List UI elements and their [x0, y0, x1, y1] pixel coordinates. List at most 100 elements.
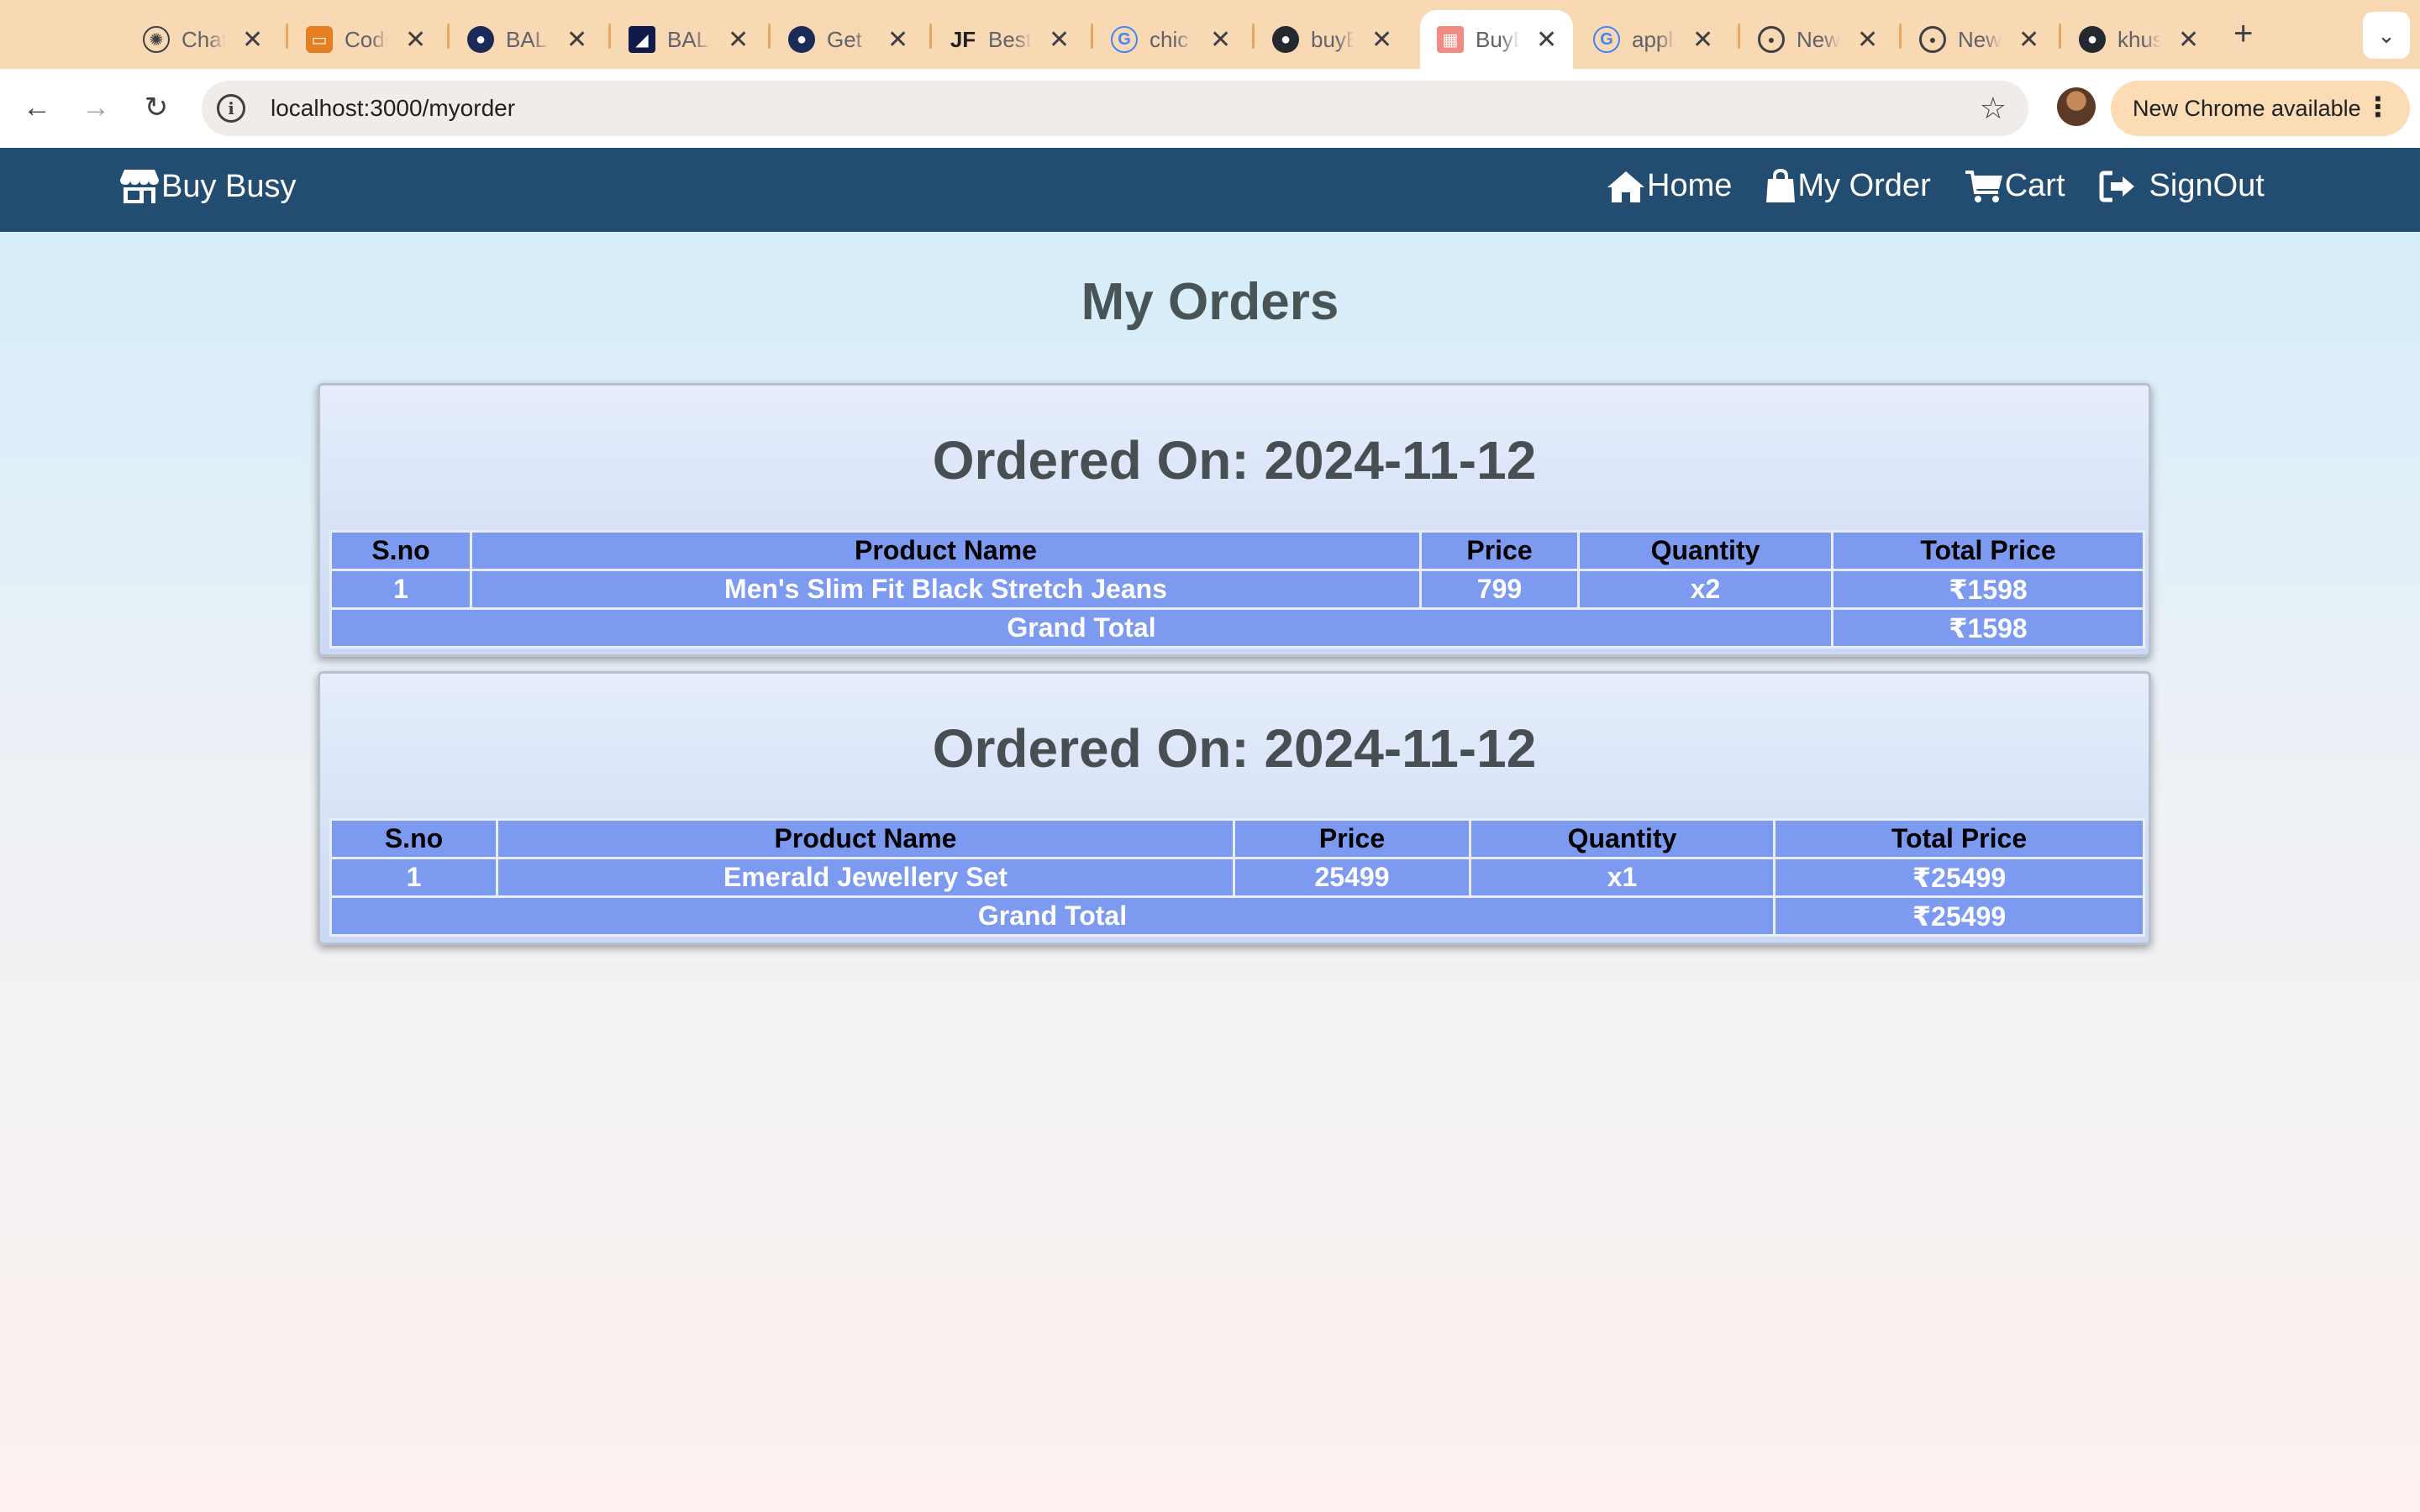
column-header: Product Name — [496, 818, 1235, 859]
browser-tab[interactable]: ● Get ✕ — [771, 10, 925, 69]
close-tab-icon[interactable]: ✕ — [566, 25, 587, 55]
reload-button[interactable]: ↻ — [134, 86, 178, 129]
shopping-bag-icon — [1766, 168, 1796, 202]
grand-total-label: Grand Total — [329, 607, 1833, 648]
browser-tab[interactable]: ▭ Coding Ninjas ✕ — [289, 10, 443, 69]
sign-out-icon — [2099, 171, 2134, 202]
browser-tab[interactable]: ● khushi ✕ — [2062, 10, 2216, 69]
table-row: 1 Emerald Jewellery Set 25499 x1 ₹25499 — [329, 857, 2145, 898]
ballers-icon: ● — [467, 26, 494, 53]
browser-tab[interactable]: ◢ BALLERS ✕ — [612, 10, 765, 69]
google-icon: G — [1111, 26, 1138, 53]
close-tab-icon[interactable]: ✕ — [242, 25, 263, 55]
close-tab-icon[interactable]: ✕ — [2178, 25, 2199, 55]
openai-icon: ✺ — [143, 26, 170, 53]
more-menu-icon: ⋮ — [2365, 92, 2391, 122]
column-header: Total Price — [1831, 530, 2145, 571]
column-header: Quantity — [1469, 818, 1776, 859]
home-icon — [1607, 171, 1644, 202]
nav-my-order[interactable]: My Order — [1765, 168, 1931, 204]
orders-page: My Orders Ordered On: 2024-11-12 S.no Pr… — [0, 232, 2420, 1512]
nav-signout[interactable]: SignOut — [2099, 168, 2265, 204]
github-icon: ● — [2079, 26, 2106, 53]
browser-tab[interactable]: ● BALLERS ✕ — [450, 10, 604, 69]
chrome-icon: ● — [1758, 26, 1785, 53]
cell-quantity: x1 — [1469, 857, 1776, 898]
close-tab-icon[interactable]: ✕ — [887, 25, 908, 55]
store-icon: ▦ — [1437, 26, 1464, 53]
nav-cart-label: Cart — [2004, 168, 2065, 203]
grand-total-value: ₹1598 — [1831, 607, 2145, 648]
close-tab-icon[interactable]: ✕ — [1692, 25, 1713, 55]
browser-tab-active[interactable]: ▦ BuyBusy ✕ — [1420, 10, 1573, 69]
browser-tab-strip: ✺ ChatGPT ✕ ▭ Coding Ninjas ✕ ● BALLERS … — [0, 0, 2420, 69]
nav-home-label: Home — [1647, 168, 1733, 203]
browser-tab[interactable]: ● New ✕ — [1902, 10, 2056, 69]
arrow-left-icon: ← — [23, 91, 51, 123]
table-header-row: S.no Product Name Price Quantity Total P… — [329, 818, 2145, 859]
cell-product-name: Emerald Jewellery Set — [496, 857, 1235, 898]
close-tab-icon[interactable]: ✕ — [1210, 25, 1231, 55]
order-date: Ordered On: 2024-11-12 — [932, 430, 1537, 491]
cell-price: 25499 — [1233, 857, 1471, 898]
order-table: S.no Product Name Price Quantity Total P… — [329, 530, 2145, 648]
column-header: Quantity — [1577, 530, 1833, 571]
close-tab-icon[interactable]: ✕ — [1371, 25, 1392, 55]
cell-product-name: Men's Slim Fit Black Stretch Jeans — [470, 569, 1422, 610]
close-tab-icon[interactable]: ✕ — [1049, 25, 1070, 55]
close-tab-icon[interactable]: ✕ — [1857, 25, 1878, 55]
close-tab-icon[interactable]: ✕ — [728, 25, 749, 55]
cell-sno: 1 — [329, 857, 498, 898]
order-table: S.no Product Name Price Quantity Total P… — [329, 818, 2145, 937]
nav-cart[interactable]: Cart — [1965, 168, 2065, 204]
store-icon — [120, 170, 159, 203]
browser-tab[interactable]: G apple ✕ — [1576, 10, 1730, 69]
profile-avatar[interactable] — [2057, 87, 2096, 126]
back-button[interactable]: ← — [15, 86, 59, 129]
new-tab-button[interactable]: + — [2233, 15, 2253, 53]
bookmark-star-icon[interactable]: ☆ — [1980, 91, 2007, 126]
grand-total-row: Grand Total ₹1598 — [329, 607, 2145, 648]
jf-icon: JF — [950, 26, 976, 52]
browser-tab[interactable]: ✺ ChatGPT ✕ — [126, 10, 280, 69]
cell-sno: 1 — [329, 569, 472, 610]
close-tab-icon[interactable]: ✕ — [2018, 25, 2039, 55]
browser-tab[interactable]: ● buyBusy ✕ — [1255, 10, 1409, 69]
grand-total-row: Grand Total ₹25499 — [329, 895, 2145, 937]
ballers-icon: ● — [788, 26, 815, 53]
address-bar[interactable]: i localhost:3000/myorder ☆ — [202, 81, 2028, 136]
cell-quantity: x2 — [1577, 569, 1833, 610]
browser-tab[interactable]: G chic ✕ — [1094, 10, 1248, 69]
column-header: Price — [1233, 818, 1471, 859]
close-tab-icon[interactable]: ✕ — [1536, 25, 1557, 55]
tab-search-button[interactable]: ⌄ — [2363, 12, 2410, 59]
brand-link[interactable]: Buy Busy — [119, 168, 297, 205]
column-header: S.no — [329, 530, 472, 571]
cell-total-price: ₹25499 — [1773, 857, 2145, 898]
chrome-icon: ● — [1919, 26, 1946, 53]
nav-my-order-label: My Order — [1797, 168, 1931, 203]
browser-tab[interactable]: ● New ✕ — [1741, 10, 1895, 69]
site-info-icon[interactable]: i — [217, 94, 245, 123]
brand-name: Buy Busy — [161, 168, 297, 204]
forward-button[interactable]: → — [74, 86, 118, 129]
cell-price: 799 — [1419, 569, 1580, 610]
browser-tab[interactable]: JF Best ✕ — [933, 10, 1086, 69]
chevron-down-icon: ⌄ — [2377, 22, 2396, 48]
table-row: 1 Men's Slim Fit Black Stretch Jeans 799… — [329, 569, 2145, 610]
chrome-update-button[interactable]: New Chrome available ⋮ — [2111, 81, 2410, 136]
url-text[interactable]: localhost:3000/myorder — [271, 95, 515, 122]
cell-total-price: ₹1598 — [1831, 569, 2145, 610]
grand-total-label: Grand Total — [329, 895, 1776, 937]
codingninjas-icon: ▭ — [306, 26, 333, 53]
nav-home[interactable]: Home — [1607, 168, 1732, 204]
column-header: Price — [1419, 530, 1580, 571]
column-header: Total Price — [1773, 818, 2145, 859]
close-tab-icon[interactable]: ✕ — [405, 25, 426, 55]
update-label: New Chrome available — [2133, 95, 2361, 121]
ballers-dark-icon: ◢ — [629, 26, 655, 53]
column-header: S.no — [329, 818, 498, 859]
reload-icon: ↻ — [144, 92, 169, 123]
column-header: Product Name — [470, 530, 1422, 571]
github-icon: ● — [1272, 26, 1299, 53]
